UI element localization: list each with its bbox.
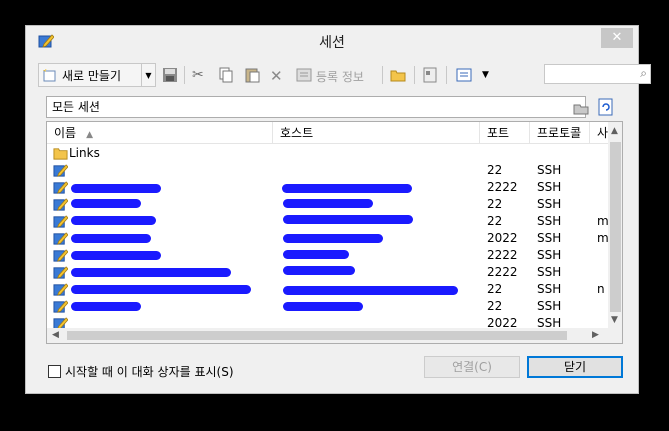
redaction-mark (283, 199, 373, 208)
list-item[interactable]: Links (47, 145, 608, 162)
list-item[interactable]: 22 SSH (47, 196, 608, 213)
redaction-mark (71, 285, 251, 294)
close-button[interactable]: 닫기 (527, 356, 623, 378)
list-item[interactable]: 22 SSH (47, 162, 608, 179)
scroll-left-icon[interactable]: ◀ (52, 330, 59, 340)
close-icon: ✕ (611, 30, 623, 45)
new-folder-icon[interactable] (390, 67, 406, 83)
session-icon (53, 232, 68, 245)
toolbar: 새로 만들기 ▼ ✂ ✕ 등록 정보 ▼ ⌕ (38, 63, 651, 89)
view-dropdown-icon[interactable]: ▼ (482, 70, 498, 86)
list-item[interactable]: 2222 SSH (47, 179, 608, 196)
toolbar-separator (446, 66, 447, 84)
session-icon (53, 181, 68, 194)
view-icon[interactable] (456, 67, 472, 83)
window-title: 세션 (319, 35, 345, 51)
scroll-down-icon[interactable]: ▼ (611, 315, 618, 325)
close-window-button[interactable]: ✕ (601, 28, 633, 48)
list-header: 이름 ▲ 호스트 포트 프로토콜 사 (47, 122, 608, 144)
redaction-mark (71, 216, 156, 225)
connect-button[interactable]: 연결(C) (424, 356, 520, 378)
scroll-right-icon[interactable]: ▶ (592, 330, 599, 340)
paste-icon[interactable] (244, 67, 260, 83)
session-icon (53, 164, 68, 177)
save-icon[interactable] (162, 67, 178, 83)
startup-checkbox-label: 시작할 때 이 대화 상자를 표시(S) (65, 365, 234, 379)
copy-icon[interactable] (218, 67, 234, 83)
new-session-dropdown[interactable]: ▼ (141, 64, 155, 86)
redaction-mark (283, 250, 349, 259)
toolbar-separator (414, 66, 415, 84)
redaction-mark (283, 302, 363, 311)
toolbar-separator (184, 66, 185, 84)
delete-icon[interactable]: ✕ (270, 67, 286, 85)
session-icon (53, 300, 68, 313)
startup-checkbox-row[interactable]: 시작할 때 이 대화 상자를 표시(S) (48, 363, 234, 380)
horizontal-scroll-thumb[interactable] (67, 331, 567, 340)
list-item[interactable]: 2222 SSH (47, 247, 608, 264)
new-session-label: 새로 만들기 (62, 68, 122, 83)
search-icon: ⌕ (640, 66, 647, 80)
session-icon (53, 215, 68, 228)
new-session-icon (43, 69, 56, 82)
redaction-mark (71, 199, 141, 208)
redaction-mark (71, 234, 151, 243)
column-header-name[interactable]: 이름 ▲ (47, 122, 273, 144)
column-header-port[interactable]: 포트 (480, 122, 530, 144)
properties-icon[interactable] (296, 67, 312, 83)
scroll-up-icon[interactable]: ▲ (611, 126, 618, 136)
column-header-extra[interactable]: 사 (590, 122, 608, 144)
list-item[interactable]: 22 SSH (47, 298, 608, 315)
redaction-mark (283, 286, 458, 295)
column-header-host[interactable]: 호스트 (273, 122, 480, 144)
list-item[interactable]: 22 SSH m (47, 213, 608, 230)
redaction-mark (282, 184, 412, 193)
title-bar: 세션 ✕ (26, 26, 638, 56)
folder-icon (53, 148, 68, 160)
redaction-mark (71, 268, 231, 277)
folder-up-icon[interactable] (572, 98, 590, 116)
folder-path-bar: 모든 세션 (46, 96, 586, 118)
session-icon (53, 249, 68, 262)
cut-icon[interactable]: ✂ (192, 67, 208, 83)
list-item[interactable]: 2222 SSH (47, 264, 608, 281)
properties-label: 등록 정보 (316, 70, 364, 84)
vertical-scroll-thumb[interactable] (610, 142, 621, 312)
redaction-mark (71, 302, 141, 311)
session-icon (53, 198, 68, 211)
redaction-mark (71, 184, 161, 193)
session-list: 이름 ▲ 호스트 포트 프로토콜 사 Links 22 SSH 2222 SSH… (46, 121, 623, 344)
list-item[interactable]: 22 SSH n (47, 281, 608, 298)
search-input[interactable]: ⌕ (544, 64, 651, 84)
refresh-icon[interactable] (597, 98, 615, 116)
new-session-button[interactable]: 새로 만들기 ▼ (38, 63, 156, 87)
vertical-scrollbar[interactable]: ▲ ▼ (608, 122, 622, 328)
toolbar-separator (382, 66, 383, 84)
session-dialog: 세션 ✕ 새로 만들기 ▼ ✂ ✕ 등록 정보 ▼ ⌕ 모든 세션 이름 ▲ 호… (25, 25, 651, 394)
startup-checkbox[interactable] (48, 365, 61, 378)
redaction-mark (71, 251, 161, 260)
link-icon[interactable] (422, 67, 438, 83)
redaction-mark (283, 215, 413, 224)
column-header-protocol[interactable]: 프로토콜 (530, 122, 590, 144)
session-icon (53, 266, 68, 279)
list-item[interactable]: 2022 SSH m (47, 230, 608, 247)
sort-ascending-icon: ▲ (86, 130, 94, 140)
horizontal-scrollbar[interactable]: ◀ ▶ (47, 328, 608, 343)
session-icon (53, 283, 68, 296)
redaction-mark (283, 266, 355, 275)
scrollbar-corner (608, 328, 622, 343)
session-rows: Links 22 SSH 2222 SSH 22 SSH 22 SSH m 20… (47, 145, 608, 332)
redaction-mark (283, 234, 383, 243)
